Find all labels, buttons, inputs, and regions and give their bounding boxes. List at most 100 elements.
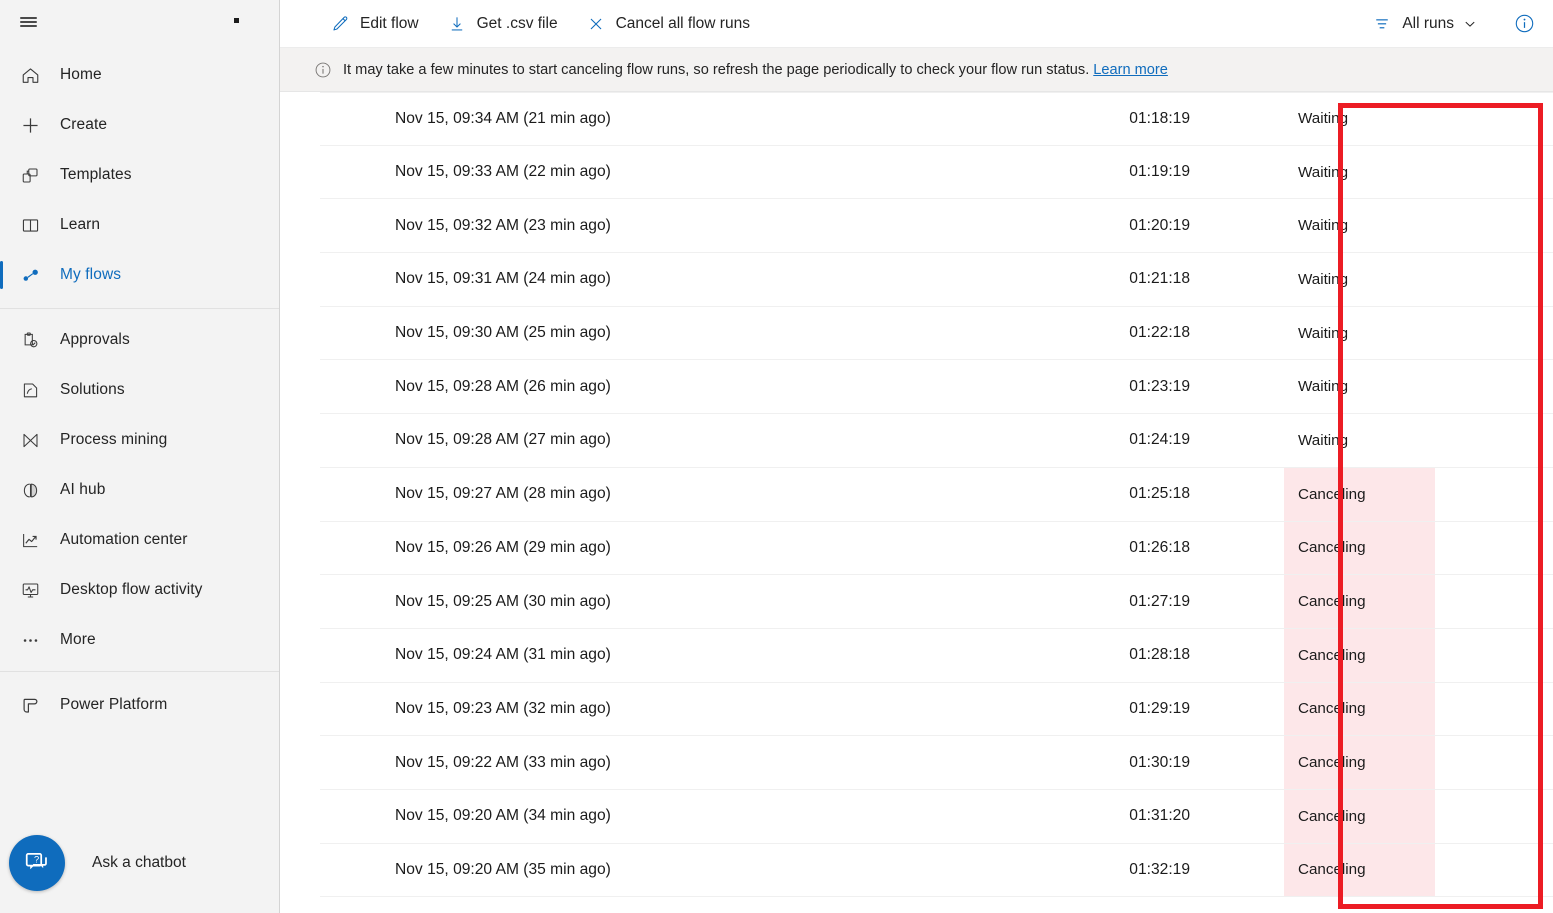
sidebar-item-templates[interactable]: Templates [0, 150, 279, 200]
table-row[interactable]: Nov 15, 09:25 AM (30 min ago)01:27:19Can… [320, 575, 1553, 629]
cancel-all-flow-runs-button[interactable]: Cancel all flow runs [576, 6, 760, 42]
get-csv-file-button[interactable]: Get .csv file [437, 6, 568, 42]
main-content: Edit flow Get .csv file [280, 0, 1553, 913]
run-start-cell: Nov 15, 09:20 AM (35 min ago) [320, 861, 850, 879]
sidebar-item-power-platform[interactable]: Power Platform [0, 680, 279, 730]
pencil-icon [330, 14, 350, 34]
table-row[interactable]: Nov 15, 09:32 AM (23 min ago)01:20:19Wai… [320, 199, 1553, 253]
edit-flow-button[interactable]: Edit flow [320, 6, 429, 42]
flows-icon [8, 265, 52, 286]
run-duration-cell: 01:23:19 [850, 378, 1190, 396]
status-badge: Canceling [1284, 844, 1435, 897]
table-row[interactable]: Nov 15, 09:23 AM (32 min ago)01:29:19Can… [320, 683, 1553, 737]
status-badge: Waiting [1284, 307, 1435, 360]
run-status-cell: Waiting [1190, 307, 1553, 360]
sidebar-item-label: More [52, 631, 96, 649]
sidebar-item-my-flows[interactable]: My flows [0, 250, 279, 300]
sidebar-item-ai-hub[interactable]: AI hub [0, 465, 279, 515]
table-row[interactable]: Nov 15, 09:34 AM (21 min ago)01:18:19 Wai… [320, 92, 1553, 146]
run-start-cell: Nov 15, 09:34 AM (21 min ago) [320, 110, 850, 128]
templates-icon [8, 165, 52, 186]
table-row[interactable]: Nov 15, 09:20 AM (34 min ago)01:31:20Can… [320, 790, 1553, 844]
run-status-cell: Waiting [1190, 199, 1553, 252]
filter-icon [1372, 14, 1392, 34]
run-start-cell: Nov 15, 09:20 AM (34 min ago) [320, 807, 850, 825]
info-button[interactable] [1507, 7, 1541, 41]
sidebar-item-approvals[interactable]: Approvals [0, 315, 279, 365]
flow-runs-table: Nov 15, 09:34 AM (21 min ago)01:18:19 Wai… [280, 92, 1553, 913]
run-status-cell: Waiting [1190, 253, 1553, 306]
chevron-down-icon [1463, 17, 1477, 31]
sidebar-item-solutions[interactable]: Solutions [0, 365, 279, 415]
run-start-cell: Nov 15, 09:28 AM (27 min ago) [320, 431, 850, 449]
sidebar-item-label: Automation center [52, 531, 188, 549]
status-badge: Canceling [1284, 790, 1435, 843]
run-status-cell: Canceling [1190, 629, 1553, 682]
sidebar-tertiary-group: Power Platform [0, 680, 279, 730]
flow-runs-rows: Nov 15, 09:34 AM (21 min ago)01:18:19 Wai… [280, 92, 1553, 897]
status-badge: Waiting [1284, 93, 1435, 145]
process-mining-icon [8, 430, 52, 451]
sidebar-divider-2 [0, 671, 279, 672]
table-row[interactable]: Nov 15, 09:24 AM (31 min ago)01:28:18Can… [320, 629, 1553, 683]
table-row[interactable]: Nov 15, 09:26 AM (29 min ago)01:26:18Can… [320, 522, 1553, 576]
status-badge: Canceling [1284, 629, 1435, 682]
sidebar-item-home[interactable]: Home [0, 50, 279, 100]
banner-message: It may take a few minutes to start cance… [343, 62, 1089, 78]
run-duration-cell: 01:21:18 [850, 270, 1190, 288]
sidebar-item-learn[interactable]: Learn [0, 200, 279, 250]
learn-more-link[interactable]: Learn more [1093, 62, 1168, 78]
all-runs-filter-button[interactable]: All runs [1362, 6, 1487, 42]
automation-center-icon [8, 530, 52, 551]
run-duration-cell: 01:26:18 [850, 539, 1190, 557]
run-duration-cell: 01:19:19 [850, 163, 1190, 181]
get-csv-file-label: Get .csv file [477, 15, 558, 33]
table-row[interactable]: Nov 15, 09:30 AM (25 min ago)01:22:18 Wai… [320, 307, 1553, 361]
sidebar-item-label: Learn [52, 216, 100, 234]
table-row[interactable]: Nov 15, 09:20 AM (35 min ago)01:32:19 Can… [320, 844, 1553, 898]
run-duration-cell: 01:22:18 [850, 324, 1190, 342]
sidebar-corner-mark [234, 18, 239, 23]
desktop-flow-activity-icon [8, 580, 52, 601]
sidebar-item-label: Desktop flow activity [52, 581, 203, 599]
run-status-cell: Waiting [1190, 93, 1553, 145]
sidebar-item-label: Approvals [52, 331, 130, 349]
ai-hub-icon [8, 480, 52, 501]
run-duration-cell: 01:28:18 [850, 646, 1190, 664]
hamburger-menu-icon[interactable] [6, 0, 50, 44]
run-duration-cell: 01:18:19 [850, 110, 1190, 128]
navigation-sidebar: HomeCreateTemplates Learn My flows Approva… [0, 0, 280, 913]
table-row[interactable]: Nov 15, 09:22 AM (33 min ago)01:30:19Can… [320, 736, 1553, 790]
status-badge: Waiting [1284, 253, 1435, 306]
home-icon [8, 65, 52, 86]
run-start-cell: Nov 15, 09:26 AM (29 min ago) [320, 539, 850, 557]
svg-text:?: ? [34, 855, 39, 865]
app-root: HomeCreateTemplates Learn My flows Approva… [0, 0, 1553, 913]
chatbot-icon: ? [9, 835, 65, 891]
approvals-icon [8, 330, 52, 351]
ask-a-chatbot-button[interactable]: ? Ask a chatbot [0, 813, 279, 913]
sidebar-item-more[interactable]: More [0, 615, 279, 665]
run-start-cell: Nov 15, 09:31 AM (24 min ago) [320, 270, 850, 288]
sidebar-item-create[interactable]: Create [0, 100, 279, 150]
sidebar-header [0, 0, 279, 44]
download-icon [447, 14, 467, 34]
sidebar-item-desktop-flow-activity[interactable]: Desktop flow activity [0, 565, 279, 615]
command-bar-right: All runs [1362, 6, 1553, 42]
table-row[interactable]: Nov 15, 09:28 AM (27 min ago)01:24:19Wai… [320, 414, 1553, 468]
table-row[interactable]: Nov 15, 09:28 AM (26 min ago)01:23:19Wai… [320, 360, 1553, 414]
sidebar-secondary-group: Approvals SolutionsProcess miningAI hub Au… [0, 315, 279, 665]
table-row[interactable]: Nov 15, 09:27 AM (28 min ago)01:25:18Can… [320, 468, 1553, 522]
status-badge: Waiting [1284, 414, 1435, 467]
table-row[interactable]: Nov 15, 09:33 AM (22 min ago)01:19:19Wai… [320, 146, 1553, 200]
ask-a-chatbot-label: Ask a chatbot [92, 854, 186, 872]
sidebar-item-label: My flows [52, 266, 121, 284]
run-start-cell: Nov 15, 09:30 AM (25 min ago) [320, 324, 850, 342]
run-duration-cell: 01:32:19 [850, 861, 1190, 879]
status-badge: Waiting [1284, 199, 1435, 252]
sidebar-item-automation-center[interactable]: Automation center [0, 515, 279, 565]
table-row[interactable]: Nov 15, 09:31 AM (24 min ago)01:21:18 Wai… [320, 253, 1553, 307]
run-start-cell: Nov 15, 09:33 AM (22 min ago) [320, 163, 850, 181]
run-duration-cell: 01:25:18 [850, 485, 1190, 503]
sidebar-item-process-mining[interactable]: Process mining [0, 415, 279, 465]
